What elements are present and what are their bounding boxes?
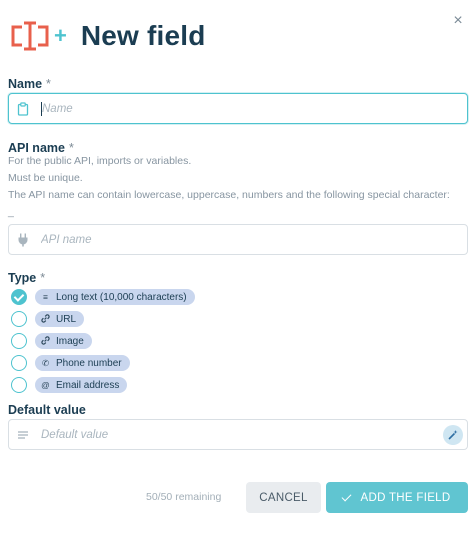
- remaining-count: 50/50 remaining: [146, 491, 222, 503]
- api-help-line: For the public API, imports or variables…: [8, 155, 192, 167]
- text-lines-icon: ≡: [43, 292, 48, 302]
- check-icon: [341, 491, 351, 501]
- api-help-line: Must be unique.: [8, 172, 83, 184]
- api-name-help: For the public API, imports or variables…: [8, 153, 458, 221]
- phone-icon: ✆: [41, 357, 50, 368]
- plus-icon: +: [54, 23, 67, 48]
- api-name-input-wrapper[interactable]: [8, 224, 468, 255]
- link-icon: [41, 335, 50, 347]
- api-name-input[interactable]: [37, 225, 467, 254]
- default-value-label: Default value: [8, 403, 86, 417]
- type-option-label: Email address: [56, 379, 120, 391]
- required-mark: *: [46, 77, 51, 91]
- type-option-image[interactable]: Image: [11, 330, 195, 352]
- default-value-input[interactable]: [37, 420, 443, 449]
- type-label: Type *: [8, 271, 45, 285]
- name-label-text: Name: [8, 77, 43, 91]
- type-chip: @ Email address: [35, 377, 128, 393]
- name-input-wrapper[interactable]: [8, 93, 468, 124]
- field-text-cursor-icon: [10, 18, 50, 54]
- cancel-button[interactable]: CANCEL: [246, 482, 321, 513]
- required-mark: *: [40, 271, 46, 285]
- type-chip: URL: [35, 311, 85, 327]
- close-icon[interactable]: ×: [451, 13, 465, 29]
- plug-icon: [9, 233, 37, 247]
- type-option-email[interactable]: @ Email address: [11, 374, 195, 396]
- at-icon: @: [41, 380, 50, 390]
- type-option-long-text[interactable]: ≡ Long text (10,000 characters): [11, 286, 195, 308]
- dialog-header: + New field: [10, 14, 206, 58]
- type-chip: Image: [35, 333, 92, 349]
- radio-checked[interactable]: [11, 289, 27, 305]
- type-option-label: Long text (10,000 characters): [56, 291, 187, 303]
- default-value-input-wrapper[interactable]: [8, 419, 468, 450]
- clipboard-icon: [9, 101, 37, 116]
- type-chip: ✆ Phone number: [35, 355, 130, 371]
- type-option-phone[interactable]: ✆ Phone number: [11, 352, 195, 374]
- type-chip: ≡ Long text (10,000 characters): [35, 289, 195, 305]
- lines-icon: [9, 430, 37, 440]
- magic-wand-icon[interactable]: [443, 424, 463, 445]
- radio-unchecked[interactable]: [11, 333, 27, 349]
- api-help-line: The API name can contain lowercase, uppe…: [8, 189, 450, 218]
- link-icon: [41, 313, 50, 325]
- dialog-title: New field: [80, 20, 206, 51]
- add-field-button[interactable]: ADD THE FIELD: [326, 482, 468, 513]
- type-option-label: Phone number: [56, 357, 122, 369]
- type-option-label: URL: [56, 313, 77, 325]
- add-field-label: ADD THE FIELD: [360, 491, 451, 504]
- radio-unchecked[interactable]: [11, 355, 27, 371]
- type-radio-group: ≡ Long text (10,000 characters) URL Imag…: [11, 286, 195, 396]
- radio-unchecked[interactable]: [11, 377, 27, 393]
- type-option-label: Image: [56, 335, 84, 347]
- type-label-text: Type: [8, 271, 37, 285]
- name-label: Name *: [8, 77, 51, 91]
- name-input[interactable]: [41, 101, 467, 116]
- radio-unchecked[interactable]: [11, 311, 27, 327]
- type-option-url[interactable]: URL: [11, 308, 195, 330]
- default-value-label-text: Default value: [8, 403, 86, 417]
